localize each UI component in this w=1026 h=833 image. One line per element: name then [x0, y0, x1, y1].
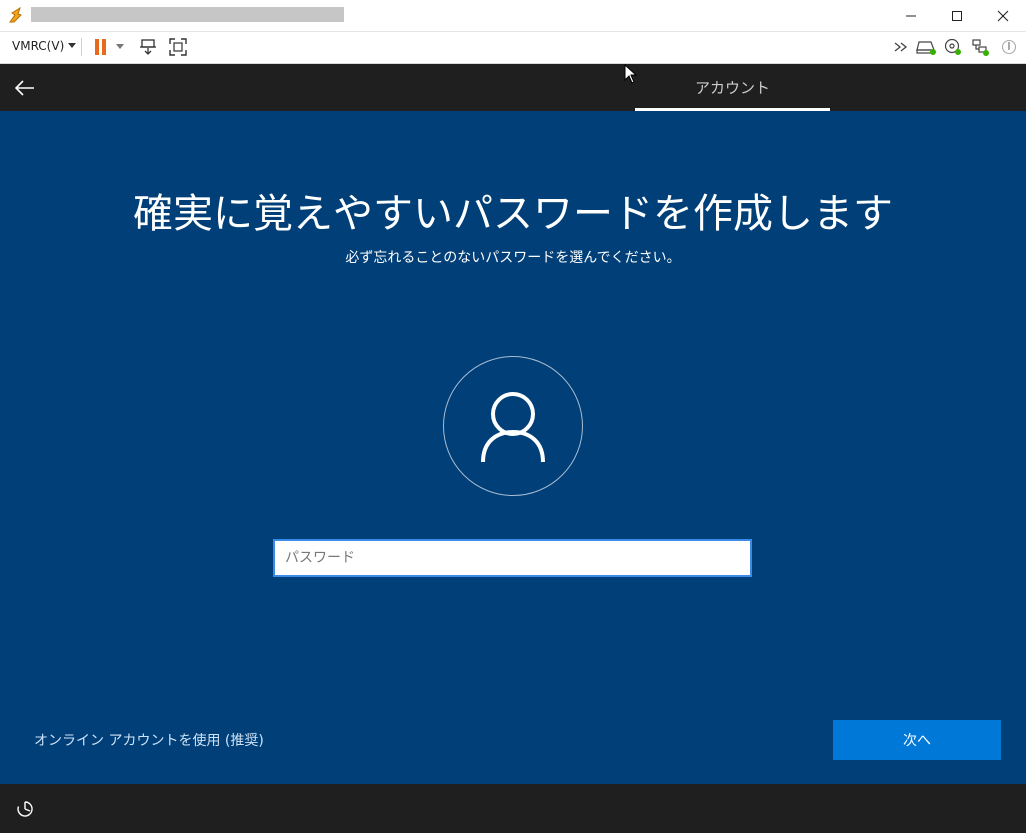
minimize-icon — [906, 15, 916, 16]
oobe-footer-bar — [0, 784, 1026, 833]
hard-disk-button[interactable] — [915, 36, 937, 58]
tab-account: アカウント — [694, 79, 770, 97]
toolbar-divider — [81, 38, 82, 56]
password-input[interactable] — [273, 539, 752, 577]
fullscreen-button[interactable] — [167, 36, 189, 58]
cd-rom-button[interactable] — [942, 36, 964, 58]
ease-of-access-icon[interactable] — [14, 798, 36, 820]
pause-button[interactable] — [90, 36, 112, 58]
next-button[interactable]: 次へ — [833, 720, 1001, 760]
chevron-down-icon — [116, 44, 124, 49]
network-adapter-icon — [972, 39, 989, 56]
close-icon — [997, 10, 1009, 21]
maximize-icon — [952, 10, 962, 21]
cd-rom-icon — [944, 38, 961, 55]
page-title: 確実に覚えやすいパスワードを作成します — [133, 191, 893, 237]
chevron-down-icon — [68, 43, 77, 48]
online-account-link[interactable]: オンライン アカウントを使用 (推奨) — [34, 731, 264, 751]
page-subtitle: 必ず忘れることのないパスワードを選んでください。 — [345, 250, 681, 266]
fullscreen-icon — [169, 38, 187, 56]
window-title-redacted — [31, 7, 344, 22]
arrow-left-icon — [15, 80, 34, 96]
maximize-button[interactable] — [934, 0, 980, 31]
avatar — [443, 356, 583, 496]
more-devices-button[interactable] — [890, 36, 912, 58]
double-chevron-right-icon — [894, 42, 908, 52]
minimize-button[interactable] — [888, 0, 934, 31]
mouse-pointer-icon — [624, 64, 638, 84]
usb-icon — [1001, 39, 1017, 55]
vmrc-menu-label: VMRC(V) — [12, 39, 65, 53]
close-button[interactable] — [980, 0, 1026, 31]
back-button[interactable] — [10, 74, 40, 102]
vmware-app-icon — [9, 6, 22, 23]
pause-icon — [95, 39, 106, 55]
oobe-header-bar — [0, 64, 1026, 111]
send-ctrl-alt-del-icon — [140, 39, 156, 55]
network-adapter-button[interactable] — [969, 36, 991, 58]
send-ctrl-alt-del-button[interactable] — [137, 36, 159, 58]
vmrc-menu-button[interactable]: VMRC(V) — [12, 39, 77, 53]
hard-disk-icon — [916, 41, 936, 55]
usb-button[interactable] — [998, 36, 1020, 58]
power-options-dropdown[interactable] — [113, 36, 127, 58]
user-icon — [481, 392, 545, 463]
